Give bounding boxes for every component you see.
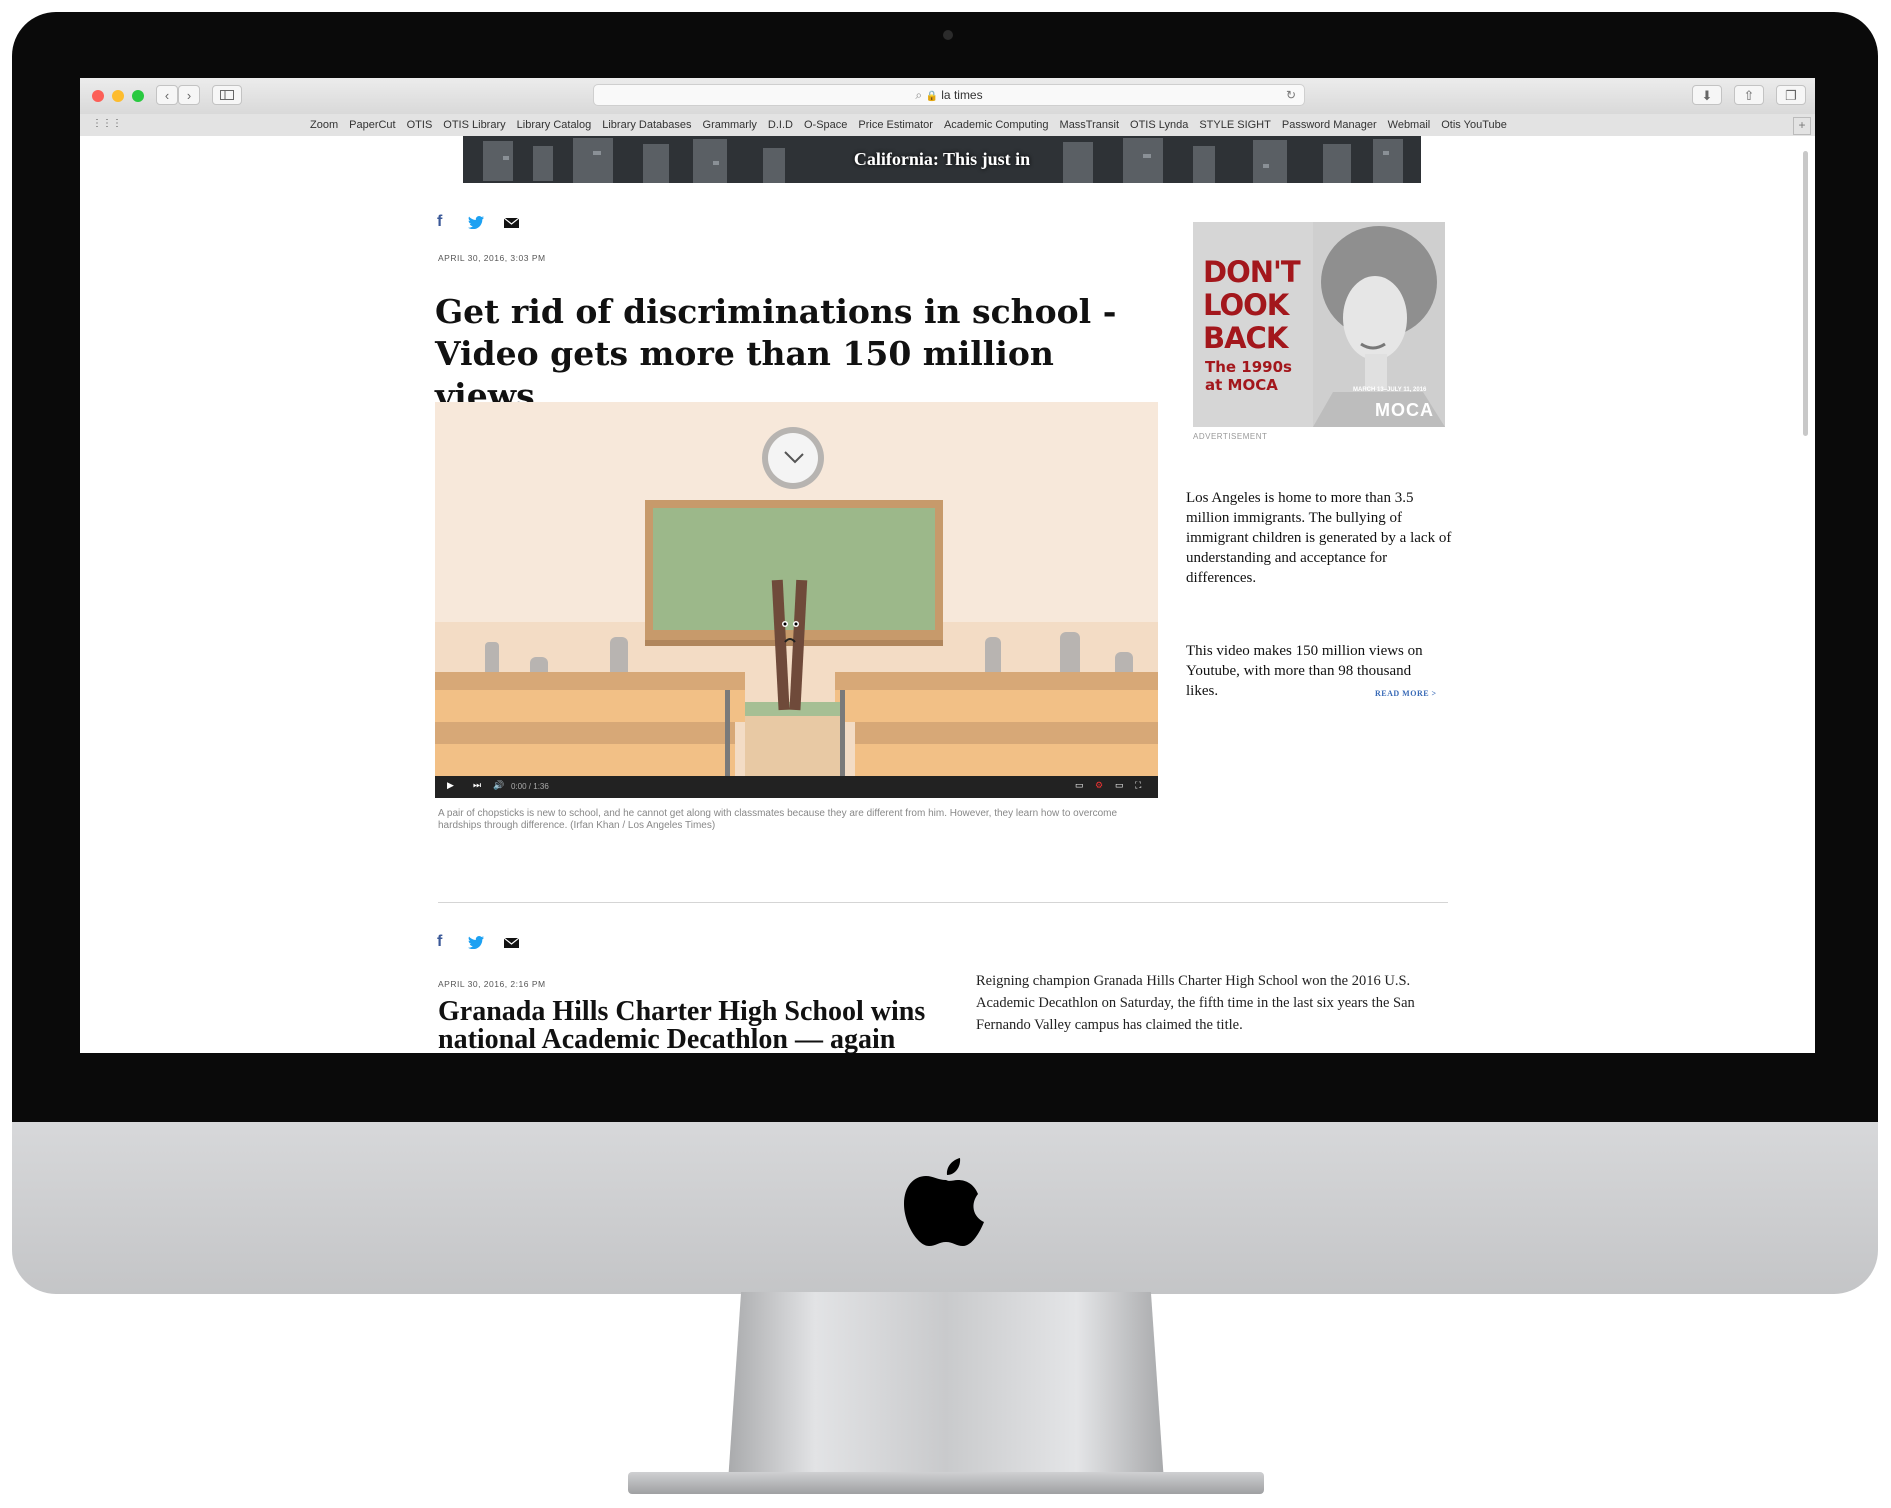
ad-line-moca: at MOCA (1205, 376, 1278, 394)
article-date: APRIL 30, 2016, 3:03 PM (438, 253, 546, 263)
share-icon: ⇧ (1743, 88, 1755, 103)
address-bar[interactable]: ⌕ 🔒 la times ↻ (593, 84, 1305, 106)
share-button[interactable]: ⇧ (1734, 85, 1764, 105)
bookmark-price-estimator[interactable]: Price Estimator (858, 114, 933, 136)
chevron-right-icon: › (186, 88, 192, 103)
section-divider (438, 902, 1448, 903)
zoom-window-button[interactable] (132, 90, 144, 102)
video-time: 0:00 / 1:36 (511, 782, 549, 791)
section-banner[interactable]: California: This just in (463, 136, 1421, 183)
bookmark-papercut[interactable]: PaperCut (349, 114, 395, 136)
chevron-left-icon: ‹ (164, 88, 170, 103)
camera (943, 30, 953, 40)
article-headline[interactable]: Granada Hills Charter High School wins n… (438, 998, 958, 1054)
ad-line-look: LOOK (1203, 288, 1289, 322)
bookmark-style-sight[interactable]: STYLE SIGHT (1199, 114, 1271, 136)
moca-logo: MOCA (1375, 400, 1434, 420)
bookmarks-bar: ⋮⋮⋮ Zoom PaperCut OTIS OTIS Library Libr… (80, 114, 1815, 137)
screen: ‹ › ⌕ 🔒 la times ↻ ⬇ ⇧ ❐ ⋮⋮⋮ Zoom PaperC… (80, 78, 1815, 1053)
read-more-link[interactable]: READ MORE > (1375, 689, 1437, 698)
address-text: la times (941, 88, 983, 102)
volume-icon[interactable]: 🔊 (493, 780, 504, 791)
tabs-icon: ❐ (1785, 88, 1797, 103)
bookmark-webmail[interactable]: Webmail (1388, 114, 1431, 136)
email-icon[interactable] (504, 938, 519, 948)
bookmark-grammarly[interactable]: Grammarly (703, 114, 757, 136)
play-icon[interactable]: ▶ (447, 780, 454, 791)
twitter-icon[interactable] (468, 936, 484, 949)
fullscreen-icon[interactable]: ⛶ (1135, 780, 1141, 791)
article-date: APRIL 30, 2016, 2:16 PM (438, 979, 546, 989)
bookmark-otis-lynda[interactable]: OTIS Lynda (1130, 114, 1188, 136)
scrollbar[interactable] (1803, 151, 1808, 436)
video-frame-classroom (435, 402, 1158, 776)
ad-portrait (1313, 222, 1445, 427)
bookmark-otis-youtube[interactable]: Otis YouTube (1441, 114, 1507, 136)
ad-line-1990s: The 1990s (1205, 358, 1292, 376)
bookmark-otis[interactable]: OTIS (407, 114, 433, 136)
ad-dates: MARCH 13–JULY 11, 2016 (1353, 387, 1427, 393)
article-lede: Reigning champion Granada Hills Charter … (976, 973, 1415, 1033)
sidebar-button[interactable] (212, 85, 242, 105)
next-icon[interactable]: ⏭ (473, 780, 481, 791)
bookmark-zoom[interactable]: Zoom (310, 114, 338, 136)
bookmark-library-databases[interactable]: Library Databases (602, 114, 691, 136)
video-controls: ▶ ⏭ 🔊 0:00 / 1:36 ▭ ⚙ ▭ ⛶ (435, 776, 1158, 798)
downloads-button[interactable]: ⬇ (1692, 85, 1722, 105)
captions-icon[interactable]: ▭ (1075, 780, 1084, 791)
back-button[interactable]: ‹ (156, 85, 178, 105)
bookmark-otis-library[interactable]: OTIS Library (443, 114, 505, 136)
apple-logo-icon (904, 1158, 984, 1246)
twitter-icon[interactable] (468, 216, 484, 229)
grid-icon[interactable]: ⋮⋮⋮ (92, 118, 122, 129)
imac-stand-foot (628, 1472, 1264, 1494)
download-icon: ⬇ (1701, 88, 1713, 103)
sidebar-icon (220, 90, 234, 100)
facebook-icon[interactable]: f (437, 213, 442, 231)
bookmark-library-catalog[interactable]: Library Catalog (517, 114, 592, 136)
bookmark-password-manager[interactable]: Password Manager (1282, 114, 1377, 136)
add-bookmark-icon[interactable]: + (1793, 117, 1811, 135)
lock-icon: 🔒 (925, 91, 938, 102)
bookmark-masstransit[interactable]: MassTransit (1060, 114, 1120, 136)
settings-icon[interactable]: ⚙ (1095, 780, 1103, 791)
bookmark-did[interactable]: D.I.D (768, 114, 793, 136)
email-icon[interactable] (504, 218, 519, 228)
ad-line-back: BACK (1203, 321, 1288, 355)
article-headline[interactable]: Get rid of discriminations in school - V… (435, 291, 1155, 417)
side-paragraph-1: Los Angeles is home to more than 3.5 mil… (1186, 490, 1452, 586)
bookmarks-list: Zoom PaperCut OTIS OTIS Library Library … (310, 114, 1507, 136)
web-page: California: This just in f APRIL 30, 201… (80, 136, 1815, 1053)
close-window-button[interactable] (92, 90, 104, 102)
banner-title: California: This just in (853, 149, 1031, 169)
reload-icon[interactable]: ↻ (1286, 85, 1296, 105)
ad-label: ADVERTISEMENT (1193, 432, 1268, 441)
video-caption: A pair of chopsticks is new to school, a… (438, 808, 1118, 831)
browser-toolbar: ‹ › ⌕ 🔒 la times ↻ ⬇ ⇧ ❐ (80, 78, 1815, 115)
moca-advertisement[interactable]: DON'T LOOK BACK The 1990s at MOCA MARCH … (1193, 222, 1445, 427)
bookmark-o-space[interactable]: O-Space (804, 114, 847, 136)
video-player[interactable]: ▶ ⏭ 🔊 0:00 / 1:36 ▭ ⚙ ▭ ⛶ (435, 402, 1158, 798)
search-icon: ⌕ (915, 88, 923, 102)
ad-line-dont: DON'T (1203, 255, 1301, 289)
facebook-icon[interactable]: f (437, 933, 442, 951)
minimize-window-button[interactable] (112, 90, 124, 102)
imac-stand (728, 1292, 1164, 1482)
forward-button[interactable]: › (178, 85, 200, 105)
tabs-button[interactable]: ❐ (1776, 85, 1806, 105)
bookmark-academic-computing[interactable]: Academic Computing (944, 114, 1049, 136)
theater-mode-icon[interactable]: ▭ (1115, 780, 1124, 791)
